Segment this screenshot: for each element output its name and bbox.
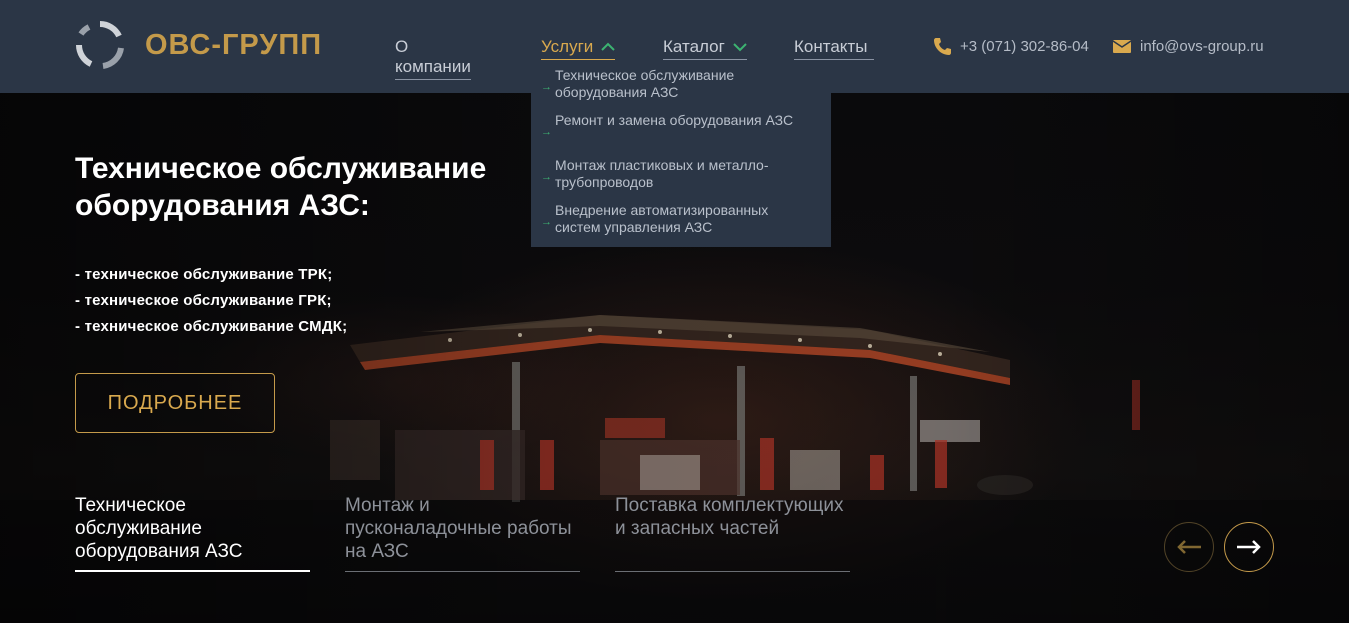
more-button[interactable]: ПОДРОБНЕЕ — [75, 373, 275, 433]
hero-features-list: - техническое обслуживание ТРК; - технич… — [75, 262, 347, 340]
dropdown-item-label: Ремонт и замена оборудования АЗС — [555, 112, 794, 128]
header-email[interactable]: info@ovs-group.ru — [1112, 36, 1264, 56]
slider-prev-button[interactable] — [1164, 522, 1214, 572]
logo[interactable]: ОВС-ГРУПП — [75, 20, 322, 70]
slide-tab-supply[interactable]: Поставка комплектующих и запасных частей — [615, 494, 850, 572]
chevron-up-icon — [601, 42, 615, 51]
nav-contacts[interactable]: Контакты — [794, 37, 874, 60]
hero-title: Техническое обслуживание оборудования АЗ… — [75, 152, 487, 222]
arrow-right-icon: → — [541, 126, 552, 138]
hero-feature-item: - техническое обслуживание ГРК; — [75, 292, 332, 309]
nav-about[interactable]: О компании — [395, 37, 471, 80]
arrow-left-icon — [1177, 540, 1201, 554]
dropdown-item-label: Техническое обслуживание оборудования АЗ… — [555, 67, 735, 100]
phone-icon — [934, 38, 951, 55]
dropdown-item-label: Внедрение автоматизированных систем упра… — [555, 202, 769, 235]
nav-catalog[interactable]: Каталог — [663, 37, 747, 60]
mail-icon — [1112, 40, 1132, 53]
arrow-right-icon — [1237, 540, 1261, 554]
dropdown-item[interactable]: → Ремонт и замена оборудования АЗС — [531, 112, 831, 157]
hero-feature-item: - техническое обслуживание СМДК; — [75, 318, 348, 335]
header-phone[interactable]: +3 (071) 302-86-04 — [932, 36, 1089, 56]
dropdown-item[interactable]: → Техническое обслуживание оборудования … — [531, 67, 831, 112]
arrow-right-icon: → — [541, 171, 552, 183]
nav-catalog-label: Каталог — [663, 37, 725, 56]
chevron-down-icon — [733, 43, 747, 52]
dropdown-item[interactable]: → Монтаж пластиковых и металло-трубопров… — [531, 157, 831, 202]
phone-number: +3 (071) 302-86-04 — [960, 37, 1089, 55]
dropdown-item[interactable]: → Внедрение автоматизированных систем уп… — [531, 202, 831, 247]
slide-tab-installation[interactable]: Монтаж и пусконаладочные работы на АЗС — [345, 494, 580, 572]
logo-text: ОВС-ГРУПП — [145, 28, 323, 61]
slide-tab-maintenance[interactable]: Техническое обслуживание оборудования АЗ… — [75, 494, 310, 572]
email-address: info@ovs-group.ru — [1140, 37, 1264, 55]
services-dropdown: → Техническое обслуживание оборудования … — [531, 62, 831, 247]
nav-services[interactable]: Услуги — [541, 37, 616, 60]
nav-services-label: Услуги — [541, 37, 594, 56]
hero-feature-item: - техническое обслуживание ТРК; — [75, 266, 333, 283]
arrow-right-icon: → — [541, 81, 552, 93]
dropdown-item-label: Монтаж пластиковых и металло-трубопровод… — [555, 157, 769, 190]
arrow-right-icon: → — [541, 216, 552, 228]
logo-icon — [75, 20, 124, 69]
slider-next-button[interactable] — [1224, 522, 1274, 572]
